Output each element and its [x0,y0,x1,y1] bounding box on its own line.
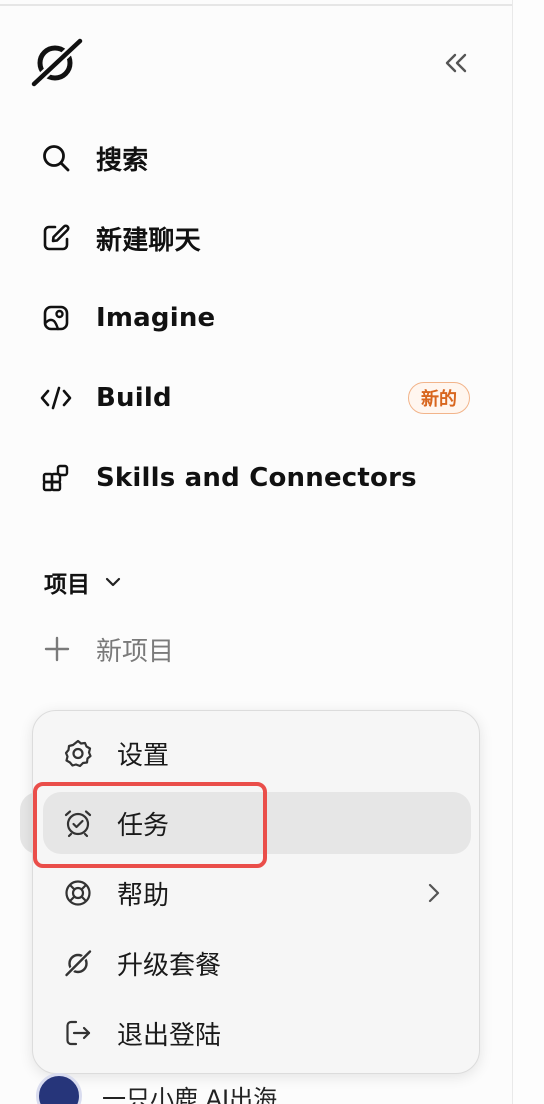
main-content-area [513,0,544,1104]
lifebuoy-icon [61,876,95,910]
gear-icon [61,736,95,770]
plus-icon [44,636,70,662]
user-name: 一只小鹿 AI出海 [102,1084,278,1104]
menu-item-logout[interactable]: 退出登陆 [43,1002,471,1064]
user-profile-row[interactable]: 一只小鹿 AI出海 [36,1066,476,1104]
new-project-label: 新项目 [96,636,175,667]
menu-item-tasks-label: 任务 [117,810,170,841]
logo-icon[interactable] [28,36,84,88]
page: 搜索 新建聊天 Imagine Build 新的 Skills and Conn… [0,0,544,1104]
menu-item-help[interactable]: 帮助 [43,862,471,924]
top-border [0,4,512,6]
nav-imagine-label: Imagine [96,303,216,333]
grid-plus-icon [36,458,76,498]
menu-item-upgrade-label: 升级套餐 [117,950,222,981]
account-menu-popup: 设置 任务 帮助 升级套餐 退出登陆 [32,710,480,1074]
code-icon [36,378,76,418]
new-badge: 新的 [408,382,470,414]
logout-icon [61,1016,95,1050]
collapse-sidebar-button[interactable] [436,46,476,80]
projects-label: 项目 [44,572,90,598]
nav-build-label: Build [96,383,172,413]
menu-item-settings-label: 设置 [117,740,170,771]
nav-skills-connectors[interactable]: Skills and Connectors [36,452,476,504]
nav-new-chat[interactable]: 新建聊天 [36,212,476,264]
avatar [36,1073,82,1104]
double-chevron-left-icon [445,53,467,73]
nav-new-chat-label: 新建聊天 [96,225,201,256]
nav-build[interactable]: Build 新的 [36,372,476,424]
projects-section-toggle[interactable]: 项目 [44,562,122,602]
alarm-clock-icon [61,806,95,840]
nav-imagine[interactable]: Imagine [36,292,476,344]
image-icon [36,298,76,338]
nav-search-label: 搜索 [96,145,149,176]
menu-item-help-label: 帮助 [117,880,170,911]
logo-icon [61,946,95,980]
chevron-right-icon [428,883,440,903]
chevron-down-icon [105,577,121,587]
nav-skills-connectors-label: Skills and Connectors [96,463,417,493]
search-icon [36,138,76,178]
nav-search[interactable]: 搜索 [36,132,476,184]
menu-item-settings[interactable]: 设置 [43,722,471,784]
menu-item-logout-label: 退出登陆 [117,1020,222,1051]
menu-item-upgrade[interactable]: 升级套餐 [43,932,471,994]
menu-item-tasks[interactable]: 任务 [43,792,471,854]
new-project-button[interactable]: 新项目 [44,626,174,672]
edit-icon [36,218,76,258]
